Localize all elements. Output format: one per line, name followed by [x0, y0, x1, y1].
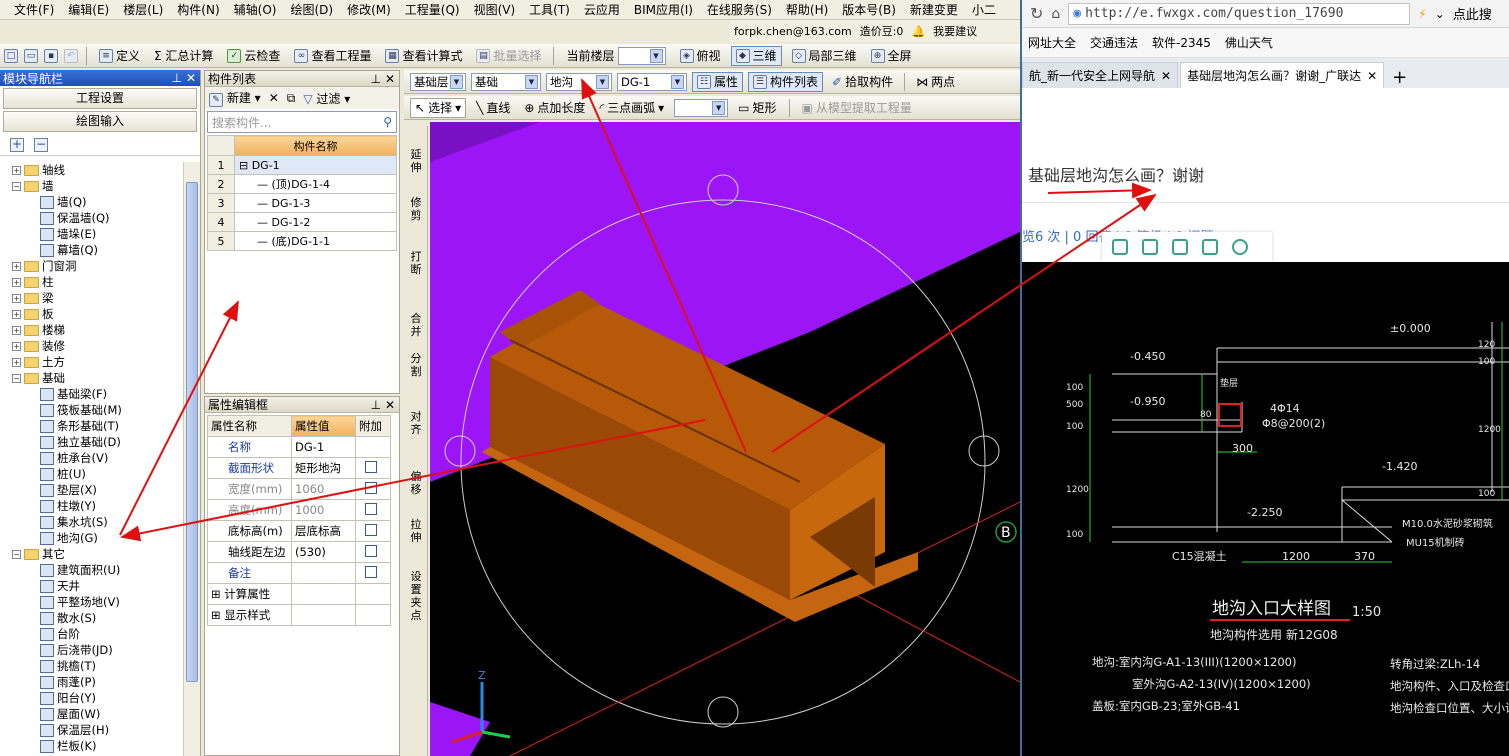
- cross-window-arrows: [771, 182, 1157, 453]
